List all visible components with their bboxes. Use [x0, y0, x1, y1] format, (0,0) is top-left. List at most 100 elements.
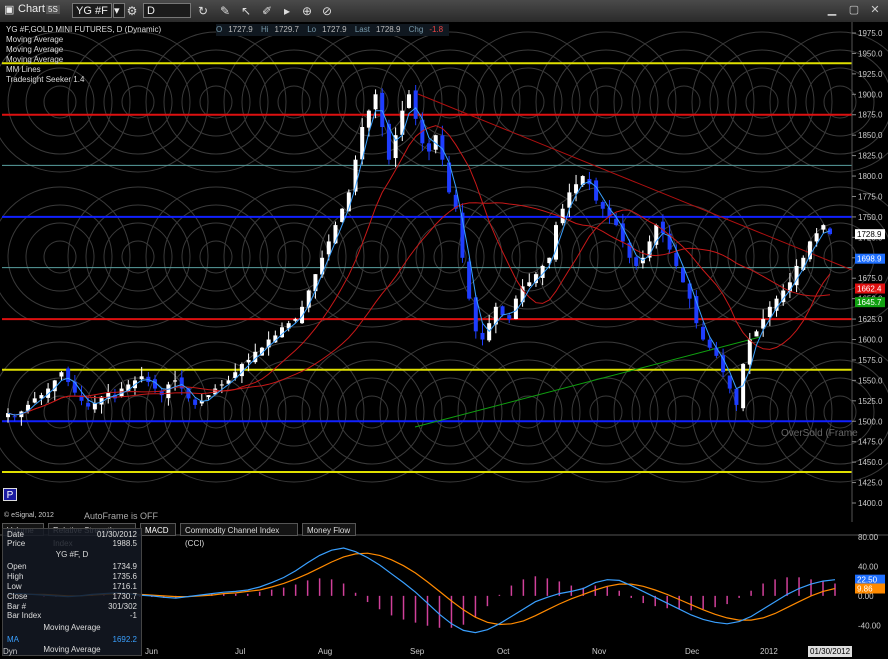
gear-icon[interactable]: ⚙: [124, 3, 140, 19]
info-row: Price 1988.5: [7, 539, 137, 548]
info-ma-title: Moving Average: [43, 623, 101, 632]
candle-body: [86, 403, 91, 407]
candle-body: [139, 376, 144, 380]
price-tick-label: 1875.0: [858, 111, 883, 120]
price-tick-label: 1850.0: [858, 131, 883, 140]
price-tick-label: 1975.0: [858, 29, 883, 38]
draw-tool-icon[interactable]: ✎: [217, 3, 233, 19]
candle-body: [72, 381, 77, 393]
candle-body: [767, 306, 772, 318]
low-label: Lo: [307, 25, 317, 34]
candle-body: [674, 252, 679, 266]
month-label: Jun: [145, 647, 158, 656]
month-label: 2012: [760, 647, 778, 656]
candle-body: [747, 339, 752, 365]
price-tick-label: 1475.0: [858, 438, 883, 447]
last-label: Last: [354, 25, 370, 34]
candle-body: [219, 384, 224, 386]
candle-body: [373, 94, 378, 110]
chg-value: -1.8: [429, 25, 444, 34]
study-item[interactable]: Moving Average: [6, 35, 161, 45]
candle-body: [560, 208, 565, 224]
candle-body: [594, 180, 599, 201]
info-row: MA 1692.2: [7, 635, 137, 644]
title-bar: ▣ Chart 5S YG #F ▾ ⚙ D ↻ ✎ ↖ ✐ ▸ ⊕ ⊘ ▁ ▢…: [0, 0, 888, 23]
month-label: Jul: [235, 647, 245, 656]
open-label: O: [216, 25, 223, 34]
study-item[interactable]: MM Lines: [6, 65, 161, 75]
close-icon[interactable]: ✕: [866, 2, 884, 18]
edit-icon[interactable]: ✐: [259, 3, 275, 19]
info-row: Bar #301/302: [7, 602, 137, 611]
data-window: Date 01/30/2012 Price 1988.5 YG #F, D Open…: [2, 528, 142, 656]
cursor-icon[interactable]: ↖: [238, 3, 254, 19]
info-ma-title-2: Moving Average: [43, 645, 101, 654]
candle-body: [727, 375, 732, 389]
price-tick-label: 1950.0: [858, 49, 883, 58]
candle-body: [92, 403, 97, 410]
info-row: Bar Index -1: [7, 611, 137, 620]
high-value: 1729.7: [274, 25, 299, 34]
candle-body: [754, 331, 759, 337]
candle-body: [814, 233, 819, 242]
candle-body: [714, 347, 719, 356]
last-value: 1728.9: [375, 25, 401, 34]
copyright: © eSignal, 2012: [4, 512, 54, 519]
study-item[interactable]: Moving Average: [6, 45, 161, 55]
candle-body: [313, 274, 318, 292]
candle-body: [413, 90, 418, 119]
window-title: Chart: [18, 3, 45, 15]
refresh-icon[interactable]: ↻: [195, 3, 211, 19]
price-tick-label: 1800.0: [858, 172, 883, 181]
candle-body: [366, 110, 371, 128]
autoframe-status: AutoFrame is OFF: [84, 511, 159, 521]
minimize-icon[interactable]: ▁: [823, 2, 841, 18]
study-legend: YG #F,GOLD MINI FUTURES, D (Dynamic) Mov…: [6, 25, 161, 85]
zoom-icon[interactable]: ⊕: [299, 3, 315, 19]
candle-body: [173, 380, 178, 382]
candle-body: [701, 326, 706, 340]
candle-body: [66, 368, 71, 383]
candle-body: [734, 388, 739, 405]
low-value: 1727.9: [322, 25, 347, 34]
price-tick-label: 1925.0: [858, 70, 883, 79]
symbol-input[interactable]: YG #F: [72, 3, 112, 18]
price-tick-label: 1450.0: [858, 458, 883, 467]
candle-body: [634, 257, 639, 266]
candle-body: [427, 143, 432, 152]
tab-macd[interactable]: MACD: [140, 523, 176, 536]
price-tick-label: 1775.0: [858, 192, 883, 201]
study-item[interactable]: Moving Average: [6, 55, 161, 65]
candle-body: [12, 416, 17, 418]
price-tick-label: 1550.0: [858, 376, 883, 385]
play-icon[interactable]: ▸: [279, 3, 295, 19]
p-button[interactable]: P: [3, 488, 17, 501]
candle-body: [600, 202, 605, 209]
macd-flag-label: 22.50: [857, 576, 878, 585]
high-label: Hi: [260, 25, 269, 34]
price-tick-label: 1900.0: [858, 90, 883, 99]
month-label: Oct: [497, 647, 510, 656]
price-tick-label: 1400.0: [858, 499, 883, 508]
macd-tick-label: 40.00: [858, 562, 879, 571]
link-icon[interactable]: ⊘: [319, 3, 335, 19]
candle-body: [554, 225, 558, 260]
price-tick-label: 1825.0: [858, 152, 883, 161]
price-tick-label: 1500.0: [858, 417, 883, 426]
macd-tick-label: 80.00: [858, 533, 879, 542]
oversold-label: OverSold (Frame: [781, 428, 858, 439]
study-item[interactable]: YG #F,GOLD MINI FUTURES, D (Dynamic): [6, 25, 161, 35]
info-row: Low 1716.1: [7, 582, 137, 591]
tab-cci[interactable]: Commodity Channel Index (CCI): [180, 523, 298, 548]
candle-body: [32, 398, 37, 403]
price-flag-label: 1698.9: [857, 255, 882, 264]
candle-body: [807, 241, 812, 260]
info-row: Close 1730.7: [7, 592, 137, 601]
interval-input[interactable]: D: [143, 3, 191, 18]
study-item[interactable]: Tradesight Seeker 1.4: [6, 75, 161, 85]
candle-body: [480, 332, 485, 340]
candle-body: [206, 395, 211, 398]
tab-money-flow[interactable]: Money Flow: [302, 523, 356, 536]
info-row: High 1735.6: [7, 572, 137, 581]
maximize-icon[interactable]: ▢: [845, 2, 863, 18]
